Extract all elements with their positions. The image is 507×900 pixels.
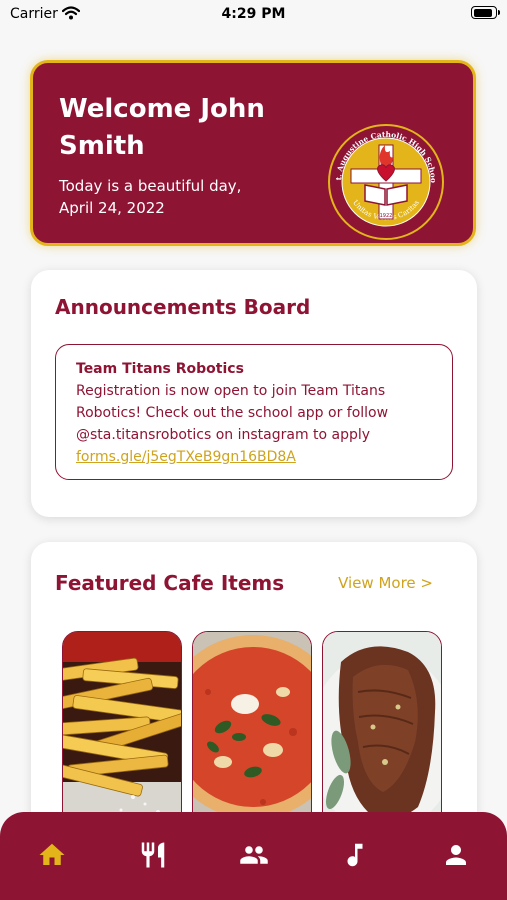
steak-image	[323, 632, 441, 830]
welcome-date: Today is a beautiful day, April 24, 2022	[59, 177, 242, 217]
status-time: 4:29 PM	[221, 6, 286, 22]
cafe-card: Featured Cafe Items View More >	[31, 542, 477, 832]
cafe-title: Featured Cafe Items	[55, 571, 285, 595]
person-icon	[446, 845, 466, 865]
announcement-body: Registration is now open to join Team Ti…	[76, 383, 389, 443]
utensils-icon	[141, 842, 165, 868]
welcome-card: Welcome John Smith Today is a beautiful …	[30, 60, 476, 246]
view-more-link[interactable]: View More >	[338, 574, 433, 592]
status-bar: Carrier 4:29 PM	[0, 0, 507, 30]
seal-year: 1922	[380, 213, 393, 219]
tab-dining[interactable]	[138, 840, 168, 870]
cafe-item-pizza[interactable]	[192, 631, 312, 831]
pizza-image	[193, 632, 311, 830]
home-icon	[39, 843, 65, 865]
announcement-title: Team Titans Robotics	[76, 361, 244, 377]
tab-profile[interactable]	[441, 840, 471, 870]
cafe-item-fries[interactable]	[62, 631, 182, 831]
tab-people[interactable]	[239, 840, 269, 870]
announcement-link[interactable]: forms.gle/j5egTXeB9gn16BD8A	[76, 446, 432, 468]
announcement-item[interactable]: Team Titans Robotics Registration is now…	[55, 344, 453, 480]
people-icon	[240, 846, 268, 864]
battery-icon	[471, 6, 500, 19]
welcome-title: Welcome John Smith	[59, 94, 265, 161]
school-seal-icon: St. Augustine Catholic High School Unita…	[324, 116, 445, 245]
french-fries-image	[63, 632, 181, 830]
tab-music[interactable]	[340, 840, 370, 870]
cafe-item-steak[interactable]	[322, 631, 442, 831]
music-note-icon	[347, 843, 363, 867]
tab-home[interactable]	[37, 840, 67, 870]
announcements-card: Announcements Board Team Titans Robotics…	[31, 270, 477, 517]
announcements-title: Announcements Board	[55, 295, 311, 319]
battery-fill	[473, 8, 492, 17]
tab-bar	[0, 812, 507, 900]
